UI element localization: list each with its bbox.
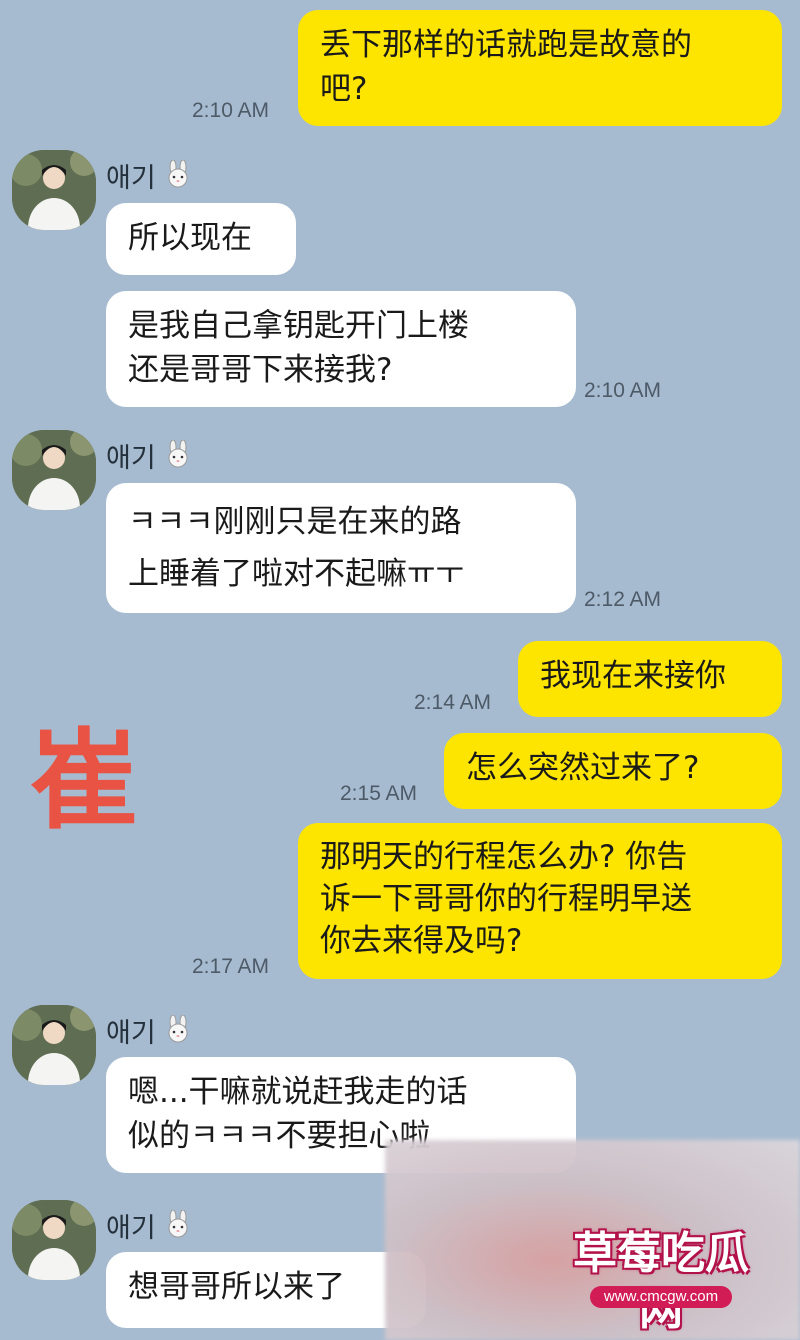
- contact-name: 애기: [106, 1018, 156, 1049]
- message-bubble-outgoing[interactable]: 丢下那样的话就跑是故意的 吧?: [298, 10, 782, 126]
- message-bubble-incoming[interactable]: ㅋㅋㅋ刚刚只是在来的路 上睡着了啦对不起嘛ㅠㅜ: [106, 483, 576, 613]
- contact-name: 애기: [106, 443, 156, 474]
- contact-avatar[interactable]: [12, 1200, 96, 1280]
- avatar-photo-icon: [12, 150, 96, 230]
- message-bubble-incoming[interactable]: 是我自己拿钥匙开门上楼 还是哥哥下来接我?: [106, 291, 576, 407]
- site-watermark-logo: 草莓吃瓜网 www.cmcgw.com: [552, 1226, 770, 1335]
- bunny-emoji-icon: [168, 160, 188, 188]
- message-timestamp: 2:10 AM: [192, 99, 270, 122]
- avatar-photo-icon: [12, 430, 96, 510]
- message-bubble-incoming[interactable]: 想哥哥所以来了: [106, 1252, 426, 1328]
- bunny-emoji-icon: [168, 1210, 188, 1238]
- contact-avatar[interactable]: [12, 150, 96, 230]
- contact-avatar[interactable]: [12, 1005, 96, 1085]
- avatar-photo-icon: [12, 1200, 96, 1280]
- bunny-emoji-icon: [168, 1015, 188, 1043]
- watermark-logo-text: 草莓吃瓜网: [573, 1228, 749, 1335]
- message-bubble-outgoing[interactable]: 我现在来接你: [518, 641, 782, 717]
- message-bubble-incoming[interactable]: 所以现在: [106, 203, 296, 275]
- message-timestamp: 2:10 AM: [584, 379, 662, 402]
- message-timestamp: 2:12 AM: [584, 588, 662, 611]
- message-timestamp: 2:15 AM: [340, 782, 418, 805]
- message-timestamp: 2:17 AM: [192, 955, 270, 978]
- message-bubble-outgoing[interactable]: 那明天的行程怎么办? 你告 诉一下哥哥你的行程明早送 你去来得及吗?: [298, 823, 782, 979]
- message-timestamp: 2:14 AM: [414, 691, 492, 714]
- contact-name: 애기: [106, 1213, 156, 1244]
- watermark-url: www.cmcgw.com: [590, 1286, 732, 1308]
- contact-name: 애기: [106, 163, 156, 194]
- bunny-emoji-icon: [168, 440, 188, 468]
- avatar-photo-icon: [12, 1005, 96, 1085]
- overlay-character: 崔: [30, 719, 139, 844]
- message-bubble-outgoing[interactable]: 怎么突然过来了?: [444, 733, 782, 809]
- contact-avatar[interactable]: [12, 430, 96, 510]
